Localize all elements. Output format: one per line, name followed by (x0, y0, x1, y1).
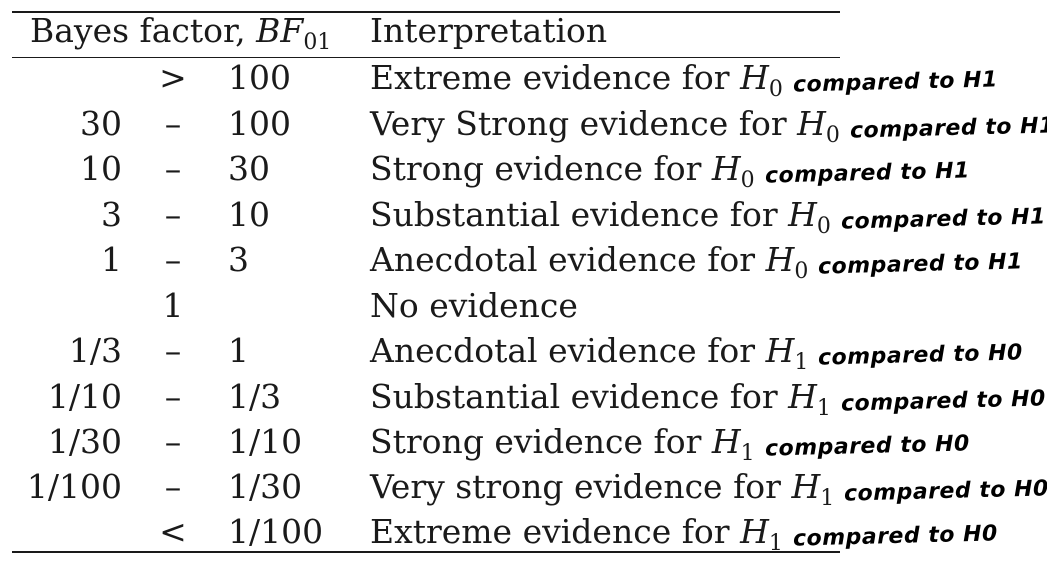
hypothesis-subscript: 1 (794, 350, 809, 375)
table-row: 1 No evidence (0, 289, 1047, 335)
hypothesis-subscript: 0 (740, 168, 755, 193)
bf-range-symbol: – (164, 467, 182, 506)
bf-lower-bound: 10 (80, 149, 122, 188)
bf-upper-bound: 100 (228, 104, 291, 143)
interpretation-text: Extreme evidence for (370, 58, 741, 97)
header-bf-label: Bayes factor, (30, 11, 257, 50)
interpretation-cell: Extreme evidence for H0 compared to H1 (370, 61, 998, 101)
interpretation-cell: Strong evidence for H0 compared to H1 (370, 152, 970, 192)
hypothesis-subscript: 1 (816, 396, 831, 421)
interpretation-cell: Substantial evidence for H0 compared to H… (370, 198, 1046, 238)
table-row: 3 – 10 Substantial evidence for H0 compared … (0, 198, 1047, 244)
bf-range-symbol: – (164, 422, 182, 461)
hypothesis-symbol: H (711, 149, 741, 188)
hypothesis-subscript: 0 (825, 123, 840, 148)
bf-lower-bound: 1/100 (26, 467, 122, 506)
bf-upper-bound: 30 (228, 149, 270, 188)
interpretation-cell: Substantial evidence for H1 compared to H… (370, 380, 1046, 420)
bf-lower-bound: 3 (101, 195, 122, 234)
table-row: 1/100 – 1/30 Very strong evidence for H1 com… (0, 470, 1047, 516)
hypothesis-subscript: 0 (794, 259, 809, 284)
table-row: 1 – 3 Anecdotal evidence for H0 compared to … (0, 243, 1047, 289)
interpretation-text: Anecdotal evidence for (370, 331, 766, 370)
bf-range-symbol: – (164, 377, 182, 416)
interpretation-cell: Very Strong evidence for H0 compared to H… (370, 107, 1047, 147)
bf-upper-bound: 1/30 (228, 467, 303, 506)
handwritten-note: compared to H1 (792, 67, 998, 98)
handwritten-note: compared to H0 (818, 340, 1024, 371)
bf-value: 1 (162, 286, 184, 325)
hypothesis-symbol: H (791, 467, 821, 506)
table-row: 30 – 100 Very Strong evidence for H0 compare… (0, 107, 1047, 153)
handwritten-note: compared to H0 (764, 431, 970, 462)
bf-upper-bound: 1/10 (228, 422, 303, 461)
interpretation-cell: Extreme evidence for H1 compared to H0 (370, 515, 998, 555)
handwritten-note: compared to H1 (840, 204, 1047, 235)
interpretation-text: Strong evidence for (370, 149, 712, 188)
table-row: 1/3–1 Anecdotal evidence for H1 compared t… (0, 334, 1047, 380)
hypothesis-subscript: 1 (740, 441, 755, 466)
header-bf-subscript: 01 (303, 30, 332, 55)
hypothesis-symbol: H (765, 331, 795, 370)
header-bf-symbol: BF (256, 11, 304, 50)
interpretation-text: Anecdotal evidence for (370, 240, 766, 279)
bf-upper-bound: 100 (228, 58, 291, 97)
bf-range-symbol: < (159, 512, 187, 551)
bottom-rule (12, 551, 840, 553)
interpretation-text: No evidence (370, 286, 578, 325)
interpretation-text: Substantial evidence for (370, 377, 789, 416)
header-bayes-factor: Bayes factor, BF01 (30, 14, 331, 54)
interpretation-cell: Anecdotal evidence for H0 compared to H1 (370, 243, 1023, 283)
table-row: <1/100 Extreme evidence for H1 compared to… (0, 515, 1047, 561)
bf-range-symbol: – (164, 149, 182, 188)
table-row: >100 Extreme evidence for H0 compared to H… (0, 61, 1047, 107)
hypothesis-symbol: H (740, 58, 769, 97)
bf-lower-bound: 1/10 (47, 377, 122, 416)
hypothesis-symbol: H (788, 377, 817, 416)
bf-lower-bound: 1/3 (68, 331, 122, 370)
hypothesis-symbol: H (765, 240, 795, 279)
handwritten-note: compared to H0 (792, 521, 998, 552)
hypothesis-subscript: 0 (816, 214, 831, 239)
interpretation-text: Strong evidence for (370, 422, 712, 461)
bf-upper-bound: 1/100 (228, 512, 324, 551)
bf-upper-bound: 1/3 (228, 377, 282, 416)
handwritten-note: compared to H0 (843, 476, 1047, 507)
hypothesis-symbol: H (740, 512, 769, 551)
interpretation-cell: Strong evidence for H1 compared to H0 (370, 425, 970, 465)
bf-range-symbol: – (164, 104, 182, 143)
handwritten-note: compared to H1 (818, 249, 1024, 280)
bf-upper-bound: 10 (228, 195, 270, 234)
interpretation-cell: Very strong evidence for H1 compared to H… (370, 470, 1047, 510)
bf-upper-bound: 1 (228, 331, 249, 370)
bf-range-symbol: – (164, 331, 182, 370)
bf-lower-bound: 1 (101, 240, 122, 279)
interpretation-text: Very Strong evidence for (370, 104, 798, 143)
interpretation-cell: Anecdotal evidence for H1 compared to H0 (370, 334, 1023, 374)
hypothesis-subscript: 1 (820, 486, 835, 511)
bf-lower-bound: 30 (80, 104, 122, 143)
hypothesis-subscript: 0 (768, 77, 783, 102)
interpretation-cell: No evidence (370, 289, 578, 322)
handwritten-note: compared to H1 (764, 158, 970, 189)
bf-range-symbol: – (164, 240, 182, 279)
table-row: 1/30 – 1/10 Strong evidence for H1 compared … (0, 425, 1047, 471)
hypothesis-symbol: H (797, 104, 826, 143)
interpretation-text: Extreme evidence for (370, 512, 741, 551)
bf-range-symbol: > (159, 58, 187, 97)
handwritten-note: compared to H0 (840, 386, 1047, 417)
bf-upper-bound: 3 (228, 240, 249, 279)
interpretation-text: Substantial evidence for (370, 195, 789, 234)
table-row: 1/10 – 1/3 Substantial evidence for H1 compa… (0, 380, 1047, 426)
interpretation-text: Very strong evidence for (370, 467, 792, 506)
handwritten-note: compared to H1 (849, 113, 1047, 144)
bf-range-symbol: – (164, 195, 182, 234)
header-interpretation: Interpretation (370, 11, 608, 50)
bf-lower-bound: 1/30 (47, 422, 122, 461)
hypothesis-symbol: H (711, 422, 741, 461)
hypothesis-symbol: H (788, 195, 817, 234)
table-row: 10 – 30 Strong evidence for H0 compared to H… (0, 152, 1047, 198)
